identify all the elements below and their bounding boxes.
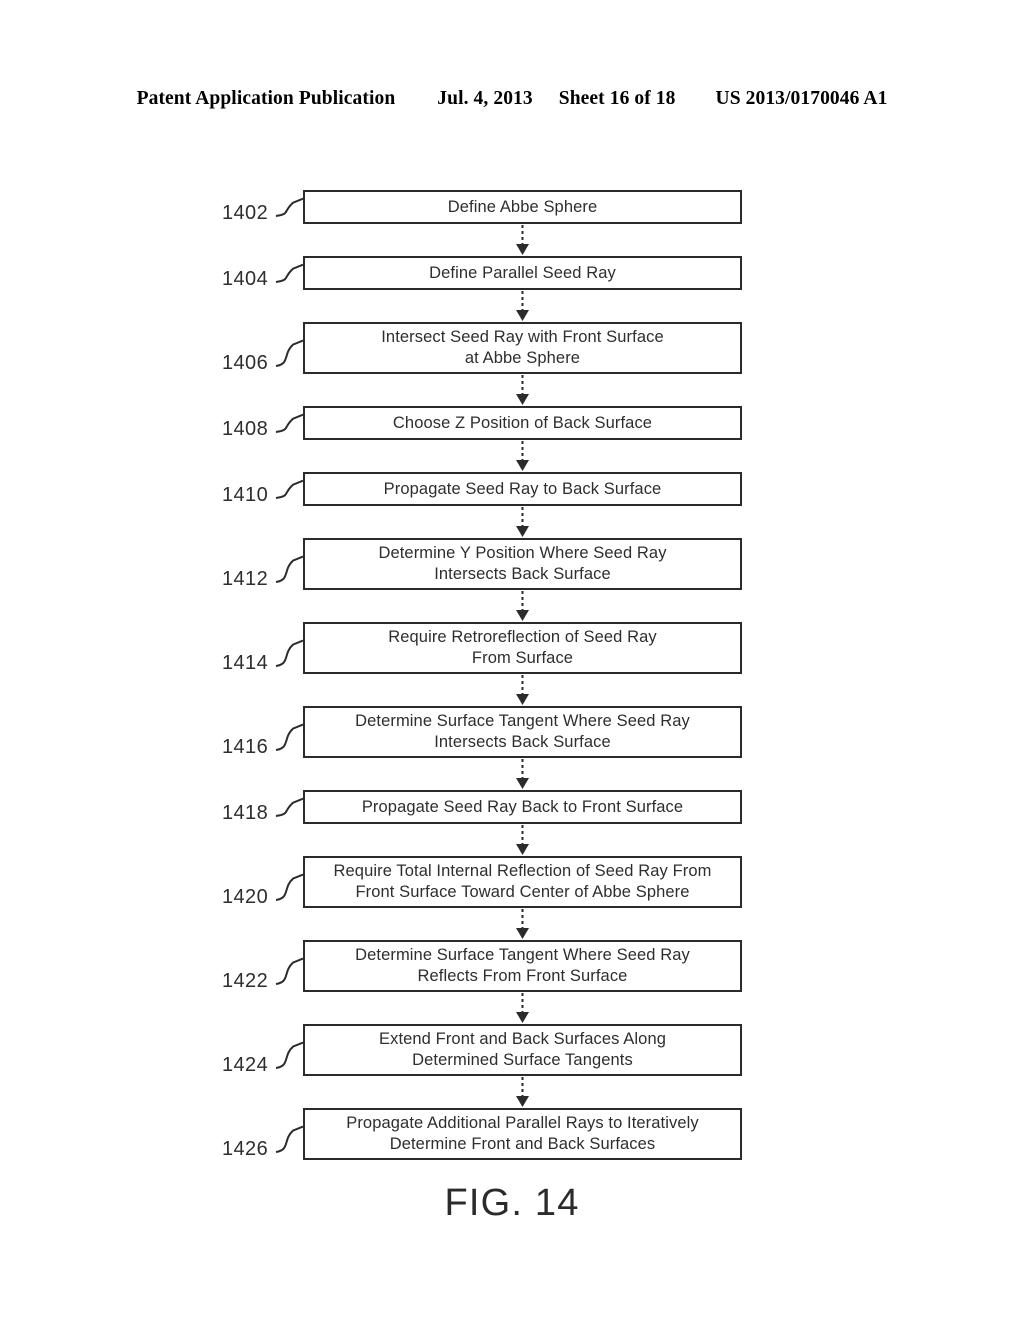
arrowhead-icon-8 (516, 844, 529, 855)
arrowhead-icon-4 (516, 526, 529, 537)
flow-step-label: Extend Front and Back Surfaces Along Det… (378, 1030, 667, 1069)
arrowhead-icon-11 (516, 1096, 529, 1107)
reference-numeral-1422: 1422 (222, 970, 269, 992)
flow-step-1420: Require Total Internal Reflection of See… (303, 856, 742, 908)
flow-step-1410: Propagate Seed Ray to Back Surface (303, 472, 742, 506)
flow-step-1414: Require Retroreflection of Seed Ray From… (303, 622, 742, 674)
reference-numeral-1402: 1402 (222, 202, 269, 224)
arrowhead-icon-9 (516, 928, 529, 939)
leader-line-1422 (275, 957, 304, 985)
leader-line-1424 (275, 1041, 304, 1069)
reference-numeral-1426: 1426 (222, 1138, 269, 1160)
leader-line-1416 (275, 723, 304, 751)
arrowhead-icon-0 (516, 244, 529, 255)
reference-numeral-1410: 1410 (222, 484, 269, 506)
flow-step-1426: Propagate Additional Parallel Rays to It… (303, 1108, 742, 1160)
leader-line-1406 (275, 339, 304, 367)
arrowhead-icon-6 (516, 694, 529, 705)
flow-step-1408: Choose Z Position of Back Surface (303, 406, 742, 440)
reference-numeral-1418: 1418 (222, 802, 269, 824)
reference-numeral-1414: 1414 (222, 652, 269, 674)
reference-numeral-1412: 1412 (222, 568, 269, 590)
flow-step-label: Determine Surface Tangent Where Seed Ray… (355, 946, 690, 985)
flow-step-label: Define Abbe Sphere (447, 197, 598, 216)
reference-numeral-1406: 1406 (222, 352, 269, 374)
reference-numeral-1404: 1404 (222, 268, 269, 290)
flow-step-label: Intersect Seed Ray with Front Surface at… (381, 328, 664, 367)
leader-line-1418 (275, 797, 304, 817)
arrowhead-icon-2 (516, 394, 529, 405)
reference-numeral-1420: 1420 (222, 886, 269, 908)
leader-line-1410 (275, 479, 304, 499)
flowchart-figure-14: Define Abbe Sphere 1402 Define Parallel Se… (0, 0, 1024, 1320)
arrowhead-icon-10 (516, 1012, 529, 1023)
flow-step-label: Determine Surface Tangent Where Seed Ray… (355, 712, 690, 751)
leader-line-1402 (275, 197, 304, 217)
flow-step-label: Choose Z Position of Back Surface (392, 413, 653, 432)
leader-line-1414 (275, 639, 304, 667)
flow-step-1404: Define Parallel Seed Ray (303, 256, 742, 290)
reference-numeral-1408: 1408 (222, 418, 269, 440)
leader-line-1420 (275, 873, 304, 901)
flow-step-1424: Extend Front and Back Surfaces Along Det… (303, 1024, 742, 1076)
flow-step-label: Propagate Additional Parallel Rays to It… (346, 1114, 699, 1153)
leader-line-1404 (275, 263, 304, 283)
arrowhead-icon-7 (516, 778, 529, 789)
leader-line-1426 (275, 1125, 304, 1153)
arrowhead-icon-1 (516, 310, 529, 321)
arrowhead-icon-5 (516, 610, 529, 621)
flow-step-1402: Define Abbe Sphere (303, 190, 742, 224)
flow-step-1406: Intersect Seed Ray with Front Surface at… (303, 322, 742, 374)
flow-step-label: Propagate Seed Ray to Back Surface (383, 479, 662, 498)
flow-step-1418: Propagate Seed Ray Back to Front Surface (303, 790, 742, 824)
flow-step-label: Require Total Internal Reflection of See… (333, 862, 712, 901)
arrowhead-icon-3 (516, 460, 529, 471)
flow-step-label: Determine Y Position Where Seed Ray Inte… (378, 544, 667, 583)
flow-step-label: Propagate Seed Ray Back to Front Surface (361, 797, 684, 816)
flow-step-label: Require Retroreflection of Seed Ray From… (388, 628, 657, 667)
reference-numeral-1424: 1424 (222, 1054, 269, 1076)
flow-step-label: Define Parallel Seed Ray (429, 263, 616, 282)
leader-line-1408 (275, 413, 304, 433)
flow-step-1412: Determine Y Position Where Seed Ray Inte… (303, 538, 742, 590)
leader-line-1412 (275, 555, 304, 583)
figure-caption: FIG. 14 (444, 1182, 580, 1224)
flow-step-1422: Determine Surface Tangent Where Seed Ray… (303, 940, 742, 992)
flow-step-1416: Determine Surface Tangent Where Seed Ray… (303, 706, 742, 758)
reference-numeral-1416: 1416 (222, 736, 269, 758)
